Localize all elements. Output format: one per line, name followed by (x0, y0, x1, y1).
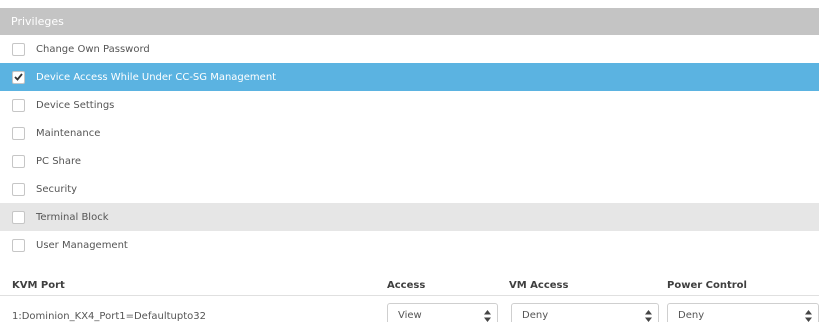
privilege-row-change-own-password[interactable]: Change Own Password (0, 35, 819, 63)
column-header-kvm-port: KVM Port (12, 280, 65, 291)
access-select[interactable]: View (387, 303, 498, 322)
power-control-select[interactable]: Deny (667, 303, 819, 322)
column-header-power-control: Power Control (667, 280, 747, 291)
vm-access-select[interactable]: Deny (511, 303, 659, 322)
checkbox-user-management[interactable] (12, 238, 25, 252)
checkbox-maintenance[interactable] (12, 126, 25, 140)
updown-arrow-icon (484, 310, 491, 322)
privilege-row-maintenance[interactable]: Maintenance (0, 119, 819, 147)
privileges-header-label: Privileges (11, 15, 64, 28)
updown-arrow-icon (645, 310, 652, 322)
checkbox-device-settings[interactable] (12, 98, 25, 112)
vm-access-select-value: Deny (522, 310, 549, 321)
privilege-label: User Management (36, 239, 128, 251)
privilege-label: PC Share (36, 155, 82, 167)
updown-arrow-icon (805, 310, 812, 322)
privilege-row-device-settings[interactable]: Device Settings (0, 91, 819, 119)
table-row: 1:Dominion_KX4_Port1=Defaultupto32 View … (0, 300, 819, 322)
privileges-header: Privileges (0, 8, 819, 35)
privilege-row-pc-share[interactable]: PC Share (0, 147, 819, 175)
access-select-value: View (398, 310, 422, 321)
column-header-vm-access: VM Access (509, 280, 569, 291)
privilege-label: Device Access While Under CC-SG Manageme… (36, 71, 277, 83)
privilege-label: Maintenance (36, 127, 101, 139)
privilege-row-device-access-cc-sg[interactable]: Device Access While Under CC-SG Manageme… (0, 63, 819, 91)
privileges-list: Change Own Password Device Access While … (0, 35, 819, 259)
privilege-label: Device Settings (36, 99, 115, 111)
checkmark-icon (14, 73, 23, 81)
privilege-label: Change Own Password (36, 43, 150, 55)
kvm-port-name: 1:Dominion_KX4_Port1=Defaultupto32 (12, 311, 206, 322)
checkbox-pc-share[interactable] (12, 154, 25, 168)
privilege-label: Terminal Block (36, 211, 109, 223)
privilege-row-user-management[interactable]: User Management (0, 231, 819, 259)
column-header-access: Access (387, 280, 426, 291)
privilege-row-security[interactable]: Security (0, 175, 819, 203)
privilege-label: Security (36, 183, 78, 195)
checkbox-terminal-block[interactable] (12, 210, 25, 224)
checkbox-change-own-password[interactable] (12, 42, 25, 56)
checkbox-security[interactable] (12, 182, 25, 196)
power-control-select-value: Deny (678, 310, 705, 321)
kvm-table-header: KVM Port Access VM Access Power Control (0, 276, 819, 296)
privilege-row-terminal-block[interactable]: Terminal Block (0, 203, 819, 231)
checkbox-device-access-cc-sg[interactable] (12, 70, 25, 84)
